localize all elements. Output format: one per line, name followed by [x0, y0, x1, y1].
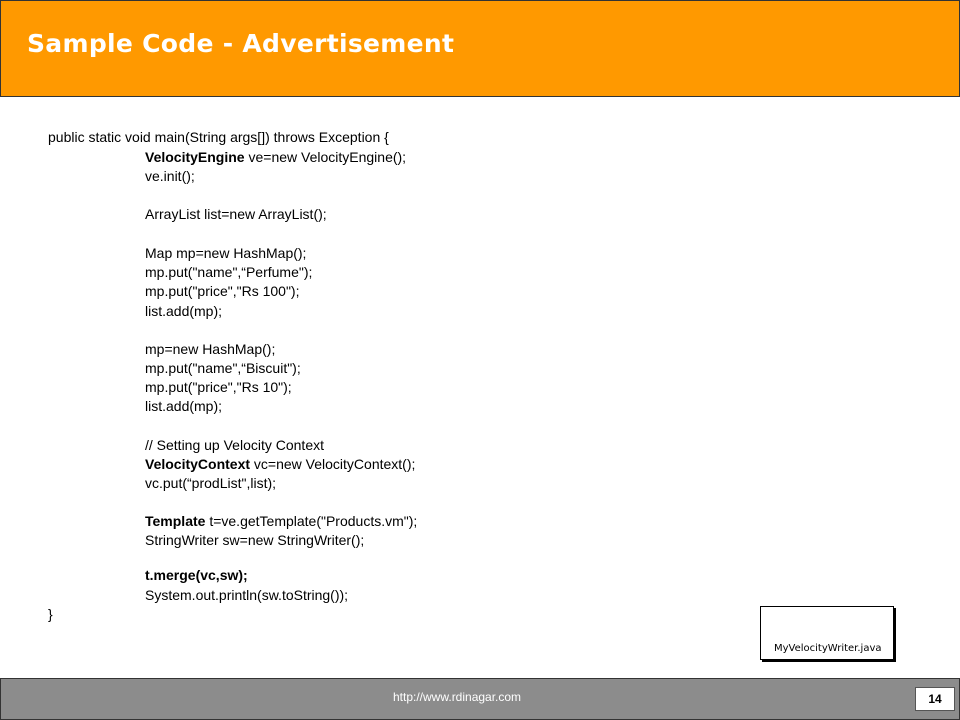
code-line: mp.put("name",“Perfume"); [145, 264, 313, 280]
slide-footer: http://www.rdinagar.com 14 [0, 678, 960, 720]
code-keyword: Template [145, 513, 206, 529]
code-line: } [48, 606, 53, 622]
code-comment: // Setting up Velocity Context [145, 437, 324, 453]
code-line: t.merge(vc,sw); [145, 566, 248, 584]
code-keyword: VelocityEngine [145, 149, 245, 165]
code-line: System.out.println(sw.toString()); [145, 587, 349, 603]
code-line: list.add(mp); [145, 398, 223, 414]
source-file-box: MyVelocityWriter.java [760, 606, 894, 660]
code-line: Map mp=new HashMap(); [145, 245, 307, 261]
footer-url[interactable]: http://www.rdinagar.com [393, 690, 521, 704]
code-line: mp.put("price","Rs 10"); [145, 379, 292, 395]
code-line: mp=new HashMap(); [145, 341, 276, 357]
page-number-badge: 14 [915, 687, 955, 711]
code-line: ve.init(); [145, 168, 195, 184]
code-line: StringWriter sw=new StringWriter(); [145, 532, 365, 548]
code-line: public static void main(String args[]) t… [48, 129, 389, 145]
source-file-label: MyVelocityWriter.java [774, 643, 882, 654]
code-line: ArrayList list=new ArrayList(); [145, 206, 327, 222]
code-line: mp.put("price","Rs 100"); [145, 283, 300, 299]
code-line: Template t=ve.getTemplate("Products.vm")… [145, 513, 418, 529]
code-keyword: VelocityContext [145, 456, 251, 472]
code-line: list.add(mp); [145, 303, 223, 319]
code-keyword: t.merge(vc,sw); [145, 567, 248, 583]
code-block: public static void main(String args[]) t… [0, 0, 960, 660]
code-line: VelocityContext vc=new VelocityContext()… [145, 456, 416, 472]
code-line: VelocityEngine ve=new VelocityEngine(); [145, 149, 407, 165]
code-line: vc.put(“prodList",list); [145, 475, 277, 491]
code-line: mp.put("name",“Biscuit"); [145, 360, 301, 376]
